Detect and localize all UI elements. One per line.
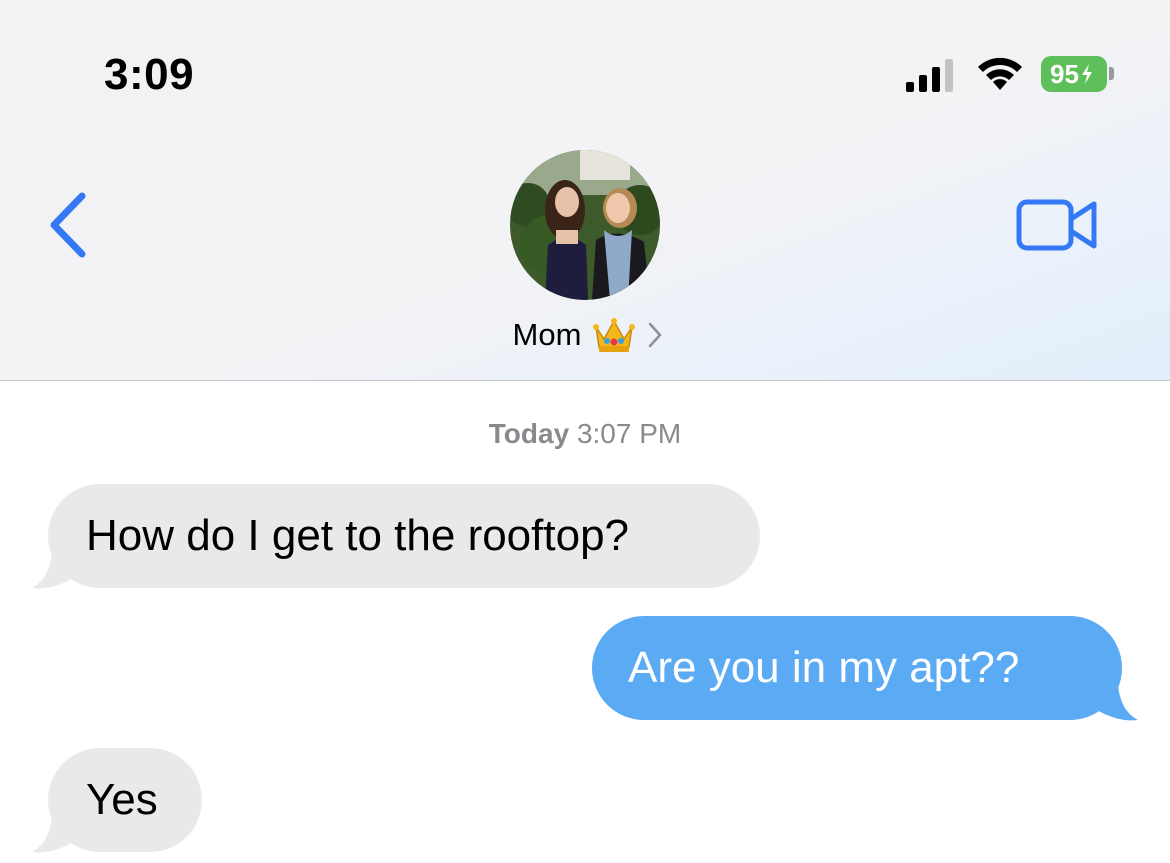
- message-text: Are you in my apt??: [628, 643, 1020, 692]
- conversation-header: 3:09 95 Mom: [0, 0, 1170, 381]
- crown-icon: [593, 318, 636, 352]
- wifi-icon: [978, 57, 1022, 90]
- contact-name: Mom: [512, 317, 582, 352]
- battery-indicator: 95: [1041, 56, 1107, 92]
- charging-bolt-icon: [1081, 64, 1092, 84]
- timestamp-day: Today: [488, 418, 570, 449]
- battery-level: 95: [1050, 58, 1079, 89]
- video-camera-icon[interactable]: [1016, 198, 1100, 252]
- contact-details-link[interactable]: Mom: [0, 313, 1170, 357]
- message-bubble-sent[interactable]: Are you in my apt??: [592, 616, 1122, 720]
- battery-nub: [1109, 67, 1114, 80]
- status-time: 3:09: [104, 50, 195, 99]
- contact-photo: [510, 150, 660, 300]
- message-text: How do I get to the rooftop?: [86, 511, 630, 560]
- message-timestamp: Today 3:07 PM: [0, 418, 1170, 450]
- contact-avatar[interactable]: [510, 150, 660, 300]
- chevron-right-icon: [649, 322, 662, 348]
- back-button[interactable]: [46, 192, 92, 258]
- timestamp-time: 3:07 PM: [576, 418, 682, 449]
- message-bubble-received[interactable]: Yes: [48, 748, 202, 852]
- message-text: Yes: [86, 775, 158, 824]
- message-bubble-received[interactable]: How do I get to the rooftop?: [48, 484, 760, 588]
- cellular-signal-icon: [906, 59, 953, 92]
